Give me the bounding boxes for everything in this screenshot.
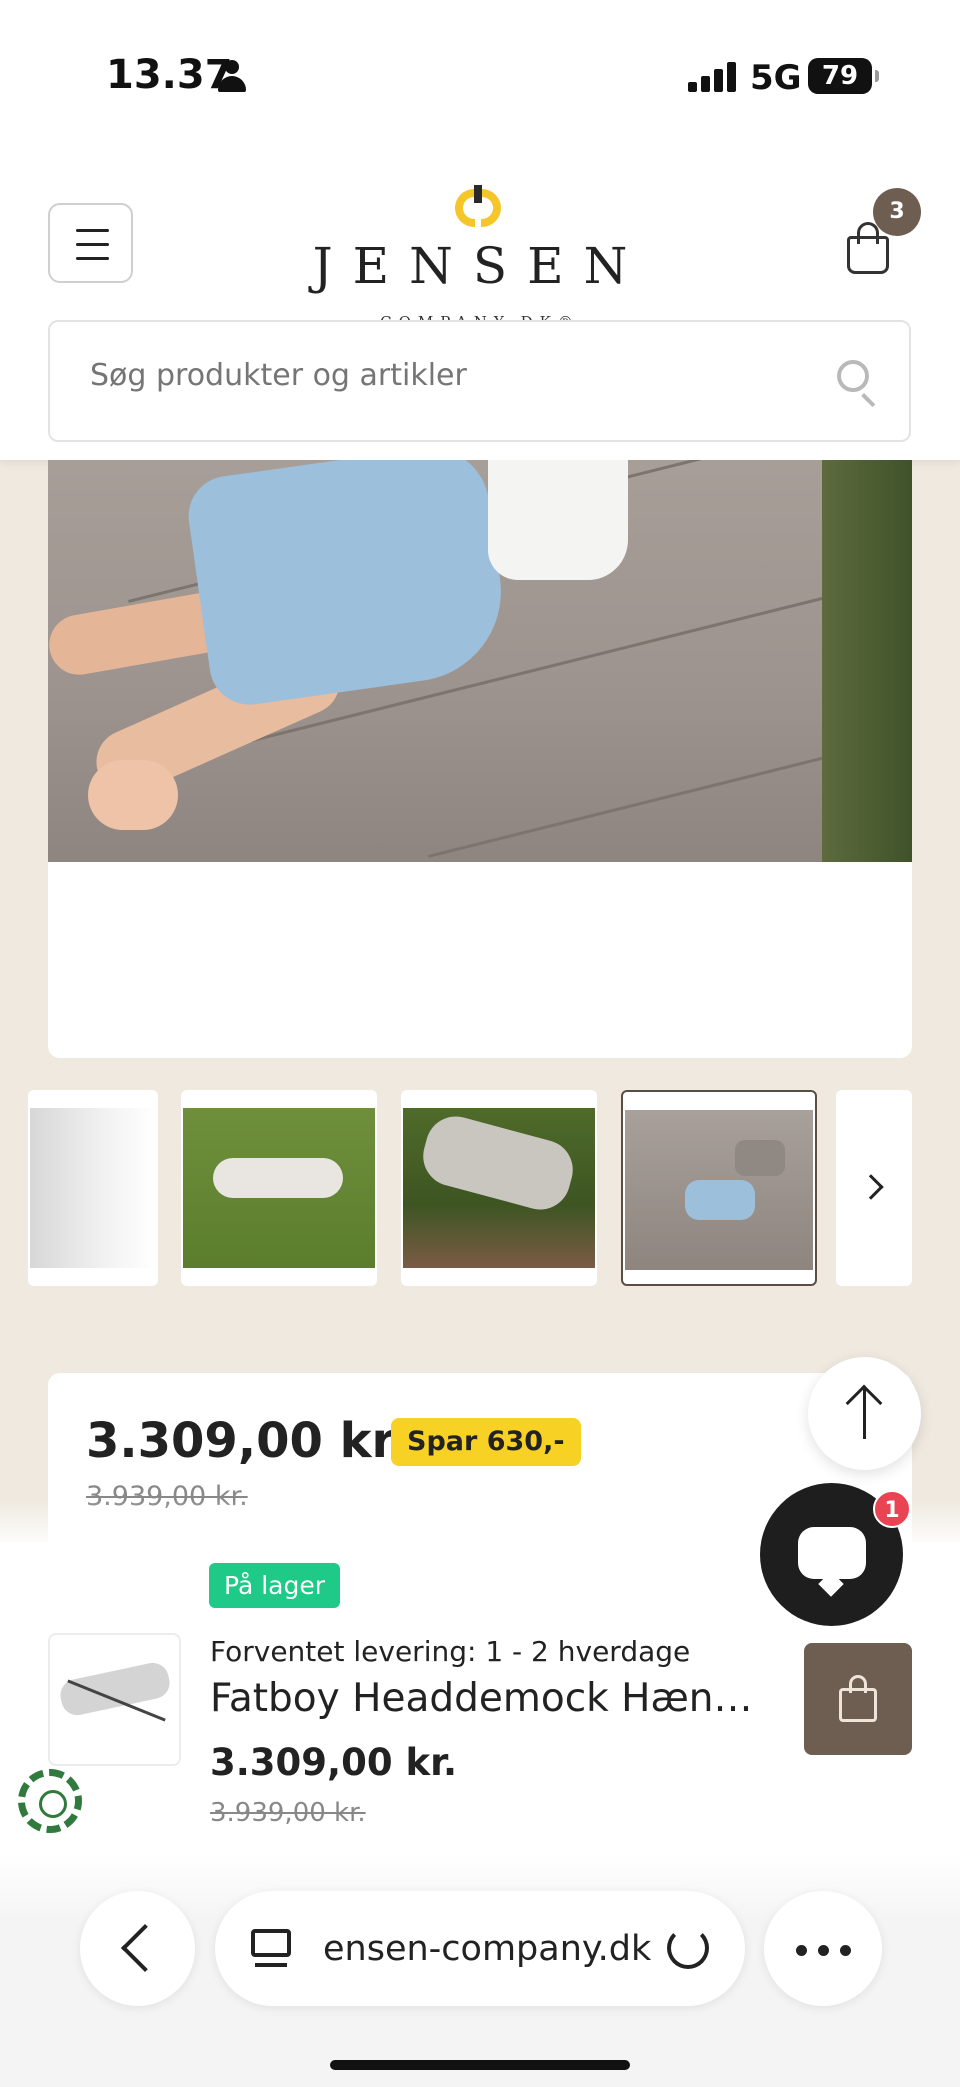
chevron-left-icon: [120, 1923, 170, 1973]
ellipsis-icon: [796, 1945, 807, 1956]
tabs-icon[interactable]: [251, 1929, 291, 1967]
stock-badge: På lager: [209, 1563, 341, 1608]
save-badge: Spar 630,-: [391, 1418, 581, 1466]
sticky-price: 3.309,00 kr.: [210, 1741, 458, 1784]
add-to-cart-button[interactable]: [804, 1643, 912, 1755]
logo[interactable]: JENSEN COMPANY.DK®: [300, 185, 660, 331]
scroll-to-top-button[interactable]: [808, 1357, 921, 1470]
back-button[interactable]: [80, 1891, 195, 2006]
logo-mark-icon: [455, 185, 501, 231]
delivery-estimate: Forventet levering: 1 - 2 hverdage: [210, 1635, 691, 1668]
thumbnail-item[interactable]: [28, 1090, 158, 1286]
url-text: ensen-company.dk: [323, 1929, 652, 1969]
status-time: 13.37: [106, 52, 233, 98]
person-icon: [218, 60, 246, 94]
product-thumbnail: [48, 1633, 181, 1766]
status-bar: 13.37 5G 79: [0, 0, 960, 150]
network-label: 5G: [750, 58, 802, 98]
search-icon[interactable]: [837, 360, 881, 408]
site-header: JENSEN COMPANY.DK® 3: [0, 150, 960, 460]
chevron-right-icon: [858, 1174, 884, 1200]
recycle-badge-icon[interactable]: [18, 1769, 82, 1833]
home-indicator: [330, 2060, 630, 2070]
battery-icon: 79: [808, 58, 879, 94]
thumbnail-next-button[interactable]: [836, 1090, 912, 1286]
product-main-image[interactable]: [48, 460, 912, 862]
chat-bubble-icon: [798, 1527, 866, 1579]
chat-notification-badge: 1: [873, 1490, 911, 1528]
browser-toolbar: ensen-company.dk: [0, 1853, 960, 2087]
hamburger-icon: [76, 229, 109, 232]
thumbnail-item[interactable]: [181, 1090, 377, 1286]
product-image-card: [48, 460, 912, 1058]
cart-count-badge: 3: [873, 188, 921, 236]
thumbnail-item-active[interactable]: [621, 1090, 817, 1286]
logo-wordmark: JENSEN: [312, 237, 648, 295]
thumbnail-item[interactable]: [401, 1090, 597, 1286]
more-button[interactable]: [764, 1891, 882, 2006]
price-current: 3.309,00 kr.: [86, 1413, 407, 1469]
sticky-old-price: 3.939,00 kr.: [210, 1798, 366, 1828]
search-input[interactable]: [90, 358, 790, 393]
search-bar[interactable]: [48, 320, 911, 442]
menu-button[interactable]: [48, 203, 133, 283]
address-bar[interactable]: ensen-company.dk: [215, 1891, 745, 2006]
product-name: Fatboy Headdemock Hængekøje: [210, 1676, 770, 1721]
reload-icon[interactable]: [667, 1927, 709, 1969]
signal-icon: [688, 62, 736, 92]
thumbnail-gallery: [28, 1090, 912, 1288]
